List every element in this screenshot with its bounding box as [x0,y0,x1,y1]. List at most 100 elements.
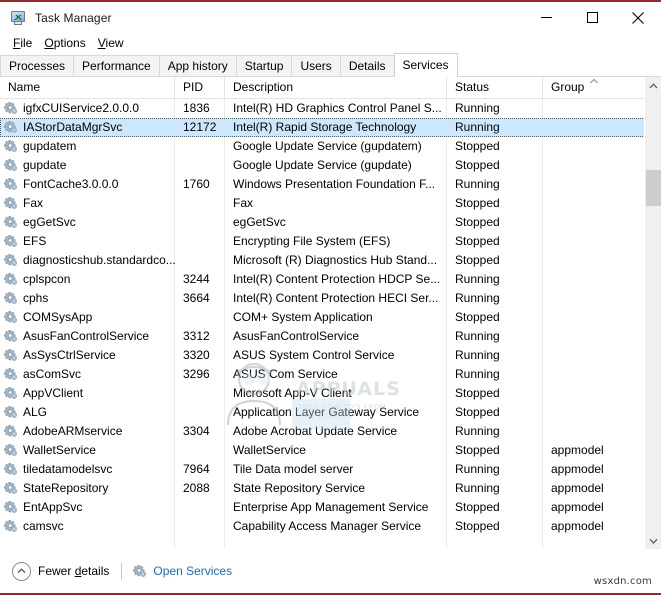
maximize-button[interactable] [569,2,615,33]
table-row[interactable]: WalletServiceWalletServiceStoppedappmode… [0,441,661,460]
cell-description: Windows Presentation Foundation F... [225,175,447,194]
table-row[interactable]: StateRepository2088State Repository Serv… [0,479,661,498]
close-button[interactable] [615,2,661,33]
table-row[interactable]: asComSvc3296ASUS Com ServiceRunning [0,365,661,384]
cell-description: Microsoft App-V Client [225,384,447,403]
scrollbar-thumb[interactable] [646,170,661,206]
tab-strip-filler [457,53,661,77]
table-row[interactable]: diagnosticshub.standardco...Microsoft (R… [0,251,661,270]
cell-pid: 1760 [175,175,225,194]
gear-icon [4,501,18,514]
service-name-label: camsvc [23,517,64,536]
menu-view[interactable]: View [93,35,131,51]
table-row[interactable]: AsusFanControlService3312AsusFanControlS… [0,327,661,346]
chevron-up-icon [649,83,658,89]
column-header-name[interactable]: Name [0,77,175,98]
gear-icon [133,565,147,578]
table-row[interactable]: FaxFaxStopped [0,194,661,213]
gear-icon [4,254,18,267]
scroll-up-button[interactable] [645,77,661,94]
table-row[interactable]: igfxCUIService2.0.0.01836Intel(R) HD Gra… [0,99,661,118]
tab-app-history[interactable]: App history [159,55,237,77]
cell-status: Stopped [447,517,543,536]
open-services-link[interactable]: Open Services [133,564,232,578]
status-bar: Fewer details Open Services [0,549,661,593]
column-header-group[interactable]: Group [543,77,644,98]
cell-status: Running [447,460,543,479]
cell-status: Stopped [447,194,543,213]
gear-icon [4,292,18,305]
cell-group: appmodel [543,498,644,517]
chevron-down-icon [649,538,658,544]
cell-name: AsSysCtrlService [0,346,175,365]
tab-startup[interactable]: Startup [236,55,293,77]
menu-options[interactable]: Options [39,35,92,51]
service-name-label: StateRepository [23,479,108,498]
minimize-icon [541,12,552,23]
cell-description: Tile Data model server [225,460,447,479]
table-row[interactable]: COMSysAppCOM+ System ApplicationStopped [0,308,661,327]
minimize-button[interactable] [523,2,569,33]
cell-name: egGetSvc [0,213,175,232]
fewer-details-button[interactable]: Fewer details [12,562,109,581]
menu-file[interactable]: File [8,35,39,51]
service-name-label: gupdatem [23,137,76,156]
column-header-status[interactable]: Status [447,77,543,98]
menu-bar: File Options View [0,33,661,52]
tab-details[interactable]: Details [340,55,395,77]
cell-description: egGetSvc [225,213,447,232]
table-row[interactable]: egGetSvcegGetSvcStopped [0,213,661,232]
gear-icon [4,387,18,400]
scroll-down-button[interactable] [645,532,661,549]
title-bar: Task Manager [0,2,661,33]
cell-group: appmodel [543,441,644,460]
cell-status: Stopped [447,403,543,422]
service-name-label: AdobeARMservice [23,422,122,441]
table-row[interactable]: cplspcon3244Intel(R) Content Protection … [0,270,661,289]
tab-processes[interactable]: Processes [0,55,74,77]
table-row[interactable]: AppVClientMicrosoft App-V ClientStopped [0,384,661,403]
tab-services[interactable]: Services [394,53,458,77]
column-header-description[interactable]: Description [225,77,447,98]
cell-status: Stopped [447,308,543,327]
table-row[interactable]: EntAppSvcEnterprise App Management Servi… [0,498,661,517]
cell-name: camsvc [0,517,175,536]
cell-status: Stopped [447,232,543,251]
cell-group: appmodel [543,479,644,498]
column-header-label: Status [455,80,489,94]
vertical-scrollbar[interactable] [644,77,661,549]
service-name-label: EntAppSvc [23,498,82,517]
service-name-label: EFS [23,232,46,251]
table-row[interactable]: FontCache3.0.0.01760Windows Presentation… [0,175,661,194]
table-row[interactable]: tiledatamodelsvc7964Tile Data model serv… [0,460,661,479]
cell-description: AsusFanControlService [225,327,447,346]
table-row[interactable]: ALGApplication Layer Gateway ServiceStop… [0,403,661,422]
column-header-pid[interactable]: PID [175,77,225,98]
table-row[interactable]: AdobeARMservice3304Adobe Acrobat Update … [0,422,661,441]
service-name-label: IAStorDataMgrSvc [23,118,122,137]
gear-icon [4,121,18,134]
tab-users[interactable]: Users [291,55,340,77]
table-row[interactable]: IAStorDataMgrSvc12172Intel(R) Rapid Stor… [0,118,661,137]
services-list: NamePIDDescription Status Group igfxCUISer… [0,77,661,549]
cell-status: Stopped [447,213,543,232]
cell-description: State Repository Service [225,479,447,498]
table-row[interactable]: camsvc Capability Access Manager ServiceS… [0,517,661,536]
table-row[interactable]: gupdatemGoogle Update Service (gupdatem)… [0,137,661,156]
cell-description: Capability Access Manager Service [225,517,447,536]
cell-name: cplspcon [0,270,175,289]
table-row[interactable]: EFSEncrypting File System (EFS)Stopped [0,232,661,251]
cell-name: StateRepository [0,479,175,498]
fewer-details-label: Fewer details [38,564,109,578]
table-row[interactable]: gupdateGoogle Update Service (gupdate)St… [0,156,661,175]
table-row[interactable]: cphs3664Intel(R) Content Protection HECI… [0,289,661,308]
table-row[interactable]: AsSysCtrlService3320ASUS System Control … [0,346,661,365]
service-name-label: WalletService [23,441,96,460]
service-name-label: AsSysCtrlService [23,346,116,365]
cell-status: Stopped [447,156,543,175]
cell-status: Stopped [447,251,543,270]
tab-performance[interactable]: Performance [73,55,160,77]
cell-status: Stopped [447,441,543,460]
cell-name: gupdate [0,156,175,175]
service-name-label: Fax [23,194,43,213]
